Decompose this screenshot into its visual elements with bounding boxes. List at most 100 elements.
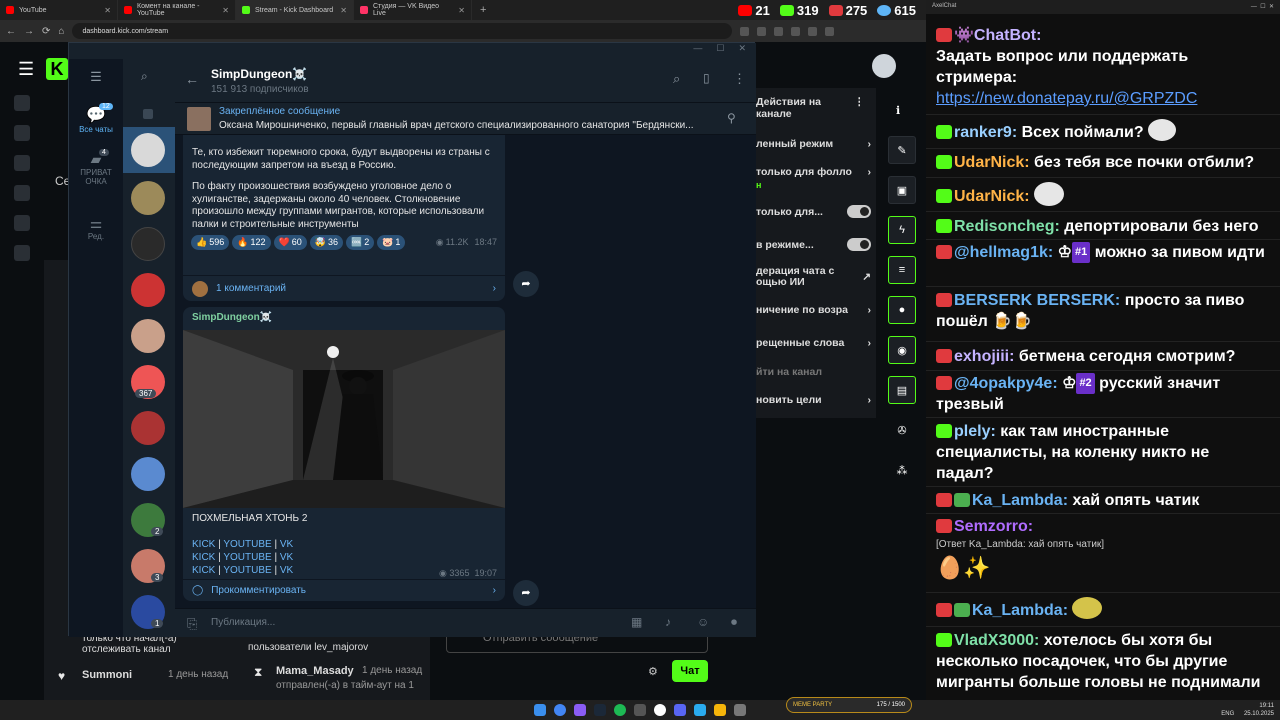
vk-link[interactable]: VK	[280, 552, 293, 563]
more-icon[interactable]: ⋮	[733, 71, 746, 87]
share-icon[interactable]: ➦	[513, 580, 539, 606]
users-icon[interactable]	[14, 215, 30, 231]
new-tab-button[interactable]: +	[472, 4, 494, 16]
pin-list-icon[interactable]: ⚲	[727, 111, 736, 125]
minimize-icon[interactable]: —	[693, 43, 702, 59]
action-subs-only[interactable]: только для...	[756, 205, 871, 218]
chat-item[interactable]	[131, 319, 165, 353]
back-icon[interactable]: ←	[6, 26, 16, 37]
chat-username[interactable]: ChatBot:	[974, 27, 1042, 44]
folder-private[interactable]: ▰ 4 ПРИВАТ ОЧКА	[69, 149, 123, 186]
kick-link[interactable]: KICK	[192, 539, 215, 550]
forward-icon[interactable]: →	[24, 26, 34, 37]
camera-icon[interactable]: ▣	[888, 176, 916, 204]
share-icon[interactable]: ➦	[513, 271, 539, 297]
chat-username[interactable]: ranker9:	[954, 124, 1017, 141]
back-icon[interactable]: ←	[185, 71, 199, 87]
folder-icon[interactable]	[714, 704, 726, 716]
action-followers-only[interactable]: только для фолло ›	[756, 166, 871, 178]
chat-username[interactable]: Redisoncheg:	[954, 218, 1060, 235]
lightning-icon[interactable]: ϟ	[888, 216, 916, 244]
language[interactable]: ENG	[1221, 711, 1234, 717]
browser-tab[interactable]: Комент на канале - YouTube ✕	[118, 0, 236, 20]
search-icon[interactable]: ⌕	[673, 71, 680, 87]
clock[interactable]: 19:11 25.10.2025	[1244, 702, 1274, 718]
layout-icon[interactable]: ▤	[888, 376, 916, 404]
attach-icon[interactable]: ⎘	[187, 616, 197, 632]
browser-tab[interactable]: YouTube ✕	[0, 0, 118, 20]
extension-icon[interactable]	[825, 26, 835, 36]
action-banned-words[interactable]: рещенные слова ›	[756, 337, 871, 349]
comments-link[interactable]: 1 комментарий ›	[192, 281, 496, 297]
vk-link[interactable]: VK	[280, 539, 293, 550]
action-slow-mode[interactable]: ленный режим ›	[756, 138, 871, 150]
feed-user[interactable]: Summoni	[82, 669, 132, 681]
edit-icon[interactable]: ✎	[888, 136, 916, 164]
chat-icon[interactable]: ●	[888, 296, 916, 324]
spotify-icon[interactable]	[614, 704, 626, 716]
browser-tab-active[interactable]: Stream - Kick Dashboard ✕	[236, 0, 354, 20]
post-author[interactable]: SimpDungeon☠️	[183, 307, 505, 330]
archive-icon[interactable]	[143, 109, 153, 119]
reaction[interactable]: 🐷 1	[377, 235, 406, 250]
emoji-icon[interactable]: ☺	[697, 615, 709, 629]
chat-username[interactable]: Ka_Lambda:	[972, 602, 1068, 619]
trophy-icon[interactable]	[14, 155, 30, 171]
steam-icon[interactable]	[594, 704, 606, 716]
extension-icon[interactable]	[740, 26, 750, 36]
bell-icon[interactable]: ♪	[665, 615, 671, 629]
chat-item[interactable]	[131, 457, 165, 491]
youtube-link[interactable]: YOUTUBE	[223, 552, 271, 563]
telegram-icon[interactable]	[694, 704, 706, 716]
donation-link[interactable]: https://new.donatepay.ru/@GRPZDC	[936, 88, 1266, 109]
kick-link[interactable]: KICK	[192, 552, 215, 563]
post-image[interactable]	[183, 329, 505, 508]
chat-item[interactable]	[131, 411, 165, 445]
chat-username[interactable]: UdarNick:	[954, 188, 1030, 205]
chat-item[interactable]	[131, 181, 165, 215]
browser-tab[interactable]: Студия — VK Видео Live ✕	[354, 0, 472, 20]
avatar[interactable]	[872, 54, 896, 78]
more-icon[interactable]: ⋮	[854, 96, 865, 108]
chat-item-selected[interactable]	[123, 127, 175, 173]
chat-username[interactable]: BERSERK BERSERK:	[954, 292, 1120, 309]
pinned-message[interactable]: Закреплённое сообщение Оксана Мирошничен…	[175, 103, 756, 135]
toggle[interactable]	[847, 238, 871, 251]
chat-username[interactable]: Semzorro:	[954, 518, 1033, 535]
action-goals[interactable]: новить цели ›	[756, 394, 871, 406]
info-icon[interactable]: ℹ	[896, 104, 900, 117]
menu-icon[interactable]: ☰	[18, 59, 34, 80]
obs-icon[interactable]	[654, 704, 666, 716]
menu-icon[interactable]: ☰	[69, 69, 123, 85]
stream-icon[interactable]	[14, 95, 30, 111]
sidebar-toggle-icon[interactable]: ▯	[703, 71, 710, 85]
settings-icon[interactable]	[14, 245, 30, 261]
toggle[interactable]	[847, 205, 871, 218]
chat-username[interactable]: @4opakpy4e:	[954, 375, 1058, 392]
analytics-icon[interactable]	[14, 125, 30, 141]
home-icon[interactable]: ⌂	[58, 26, 64, 37]
close-icon[interactable]: ✕	[458, 6, 465, 15]
app-icon[interactable]	[734, 704, 746, 716]
action-emote-mode[interactable]: в режиме...	[756, 238, 871, 251]
wrench-icon[interactable]: ✇	[888, 416, 916, 444]
extension-icon[interactable]	[791, 26, 801, 36]
message-input[interactable]: Публикация...	[211, 617, 275, 628]
notes-icon[interactable]: ≡	[888, 256, 916, 284]
folder-edit[interactable]: ⚌ Ред.	[69, 215, 123, 241]
close-icon[interactable]: ✕	[340, 6, 347, 15]
chat-username[interactable]: VladX3000:	[954, 632, 1039, 649]
start-icon[interactable]	[534, 704, 546, 716]
youtube-link[interactable]: YOUTUBE	[223, 565, 271, 576]
window-controls[interactable]: — ☐ ✕	[1251, 3, 1274, 10]
maximize-icon[interactable]: ☐	[716, 43, 724, 59]
broadcast-icon[interactable]: ◉	[888, 336, 916, 364]
reaction[interactable]: 👍 596	[191, 235, 230, 250]
reaction[interactable]: 🤯 36	[309, 235, 343, 250]
close-icon[interactable]: ✕	[738, 43, 746, 59]
url-bar[interactable]: dashboard.kick.com/stream	[72, 23, 733, 39]
extension-icon[interactable]	[808, 26, 818, 36]
reaction[interactable]: 🔥 122	[232, 235, 271, 250]
meme-party-widget[interactable]: MEME PARTY 175 / 1500	[786, 697, 912, 713]
microphone-icon[interactable]: ⏺	[731, 615, 737, 630]
